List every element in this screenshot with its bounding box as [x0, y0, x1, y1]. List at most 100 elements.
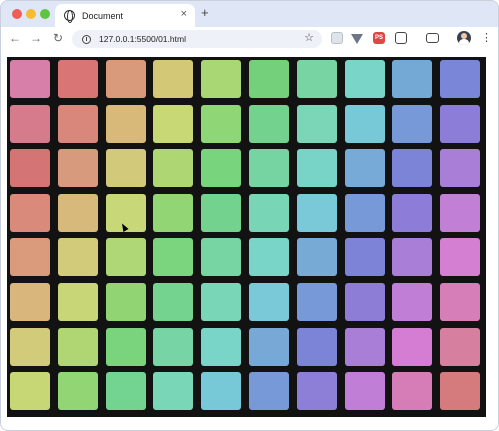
color-tile — [57, 238, 98, 277]
color-tile — [344, 193, 385, 232]
color-tile — [440, 283, 481, 321]
tab-document[interactable]: Document × — [55, 4, 195, 27]
color-tile — [249, 60, 289, 98]
color-tile — [440, 60, 481, 98]
color-tile — [249, 193, 289, 232]
color-tile — [105, 104, 146, 143]
tile-stage — [7, 57, 486, 417]
profile-avatar[interactable] — [457, 31, 471, 45]
new-tab-button[interactable]: + — [201, 6, 209, 20]
color-tile — [249, 327, 289, 366]
color-tile — [249, 372, 289, 411]
color-tile — [57, 60, 98, 98]
color-tile — [10, 372, 50, 411]
color-tile — [105, 283, 146, 321]
browser-window: Document × + ← → ↻ 127.0.0.1:5500/01.htm… — [0, 0, 499, 431]
color-tile — [153, 149, 194, 188]
site-info-icon[interactable] — [82, 34, 91, 44]
color-tile — [201, 238, 242, 277]
color-tile — [105, 372, 146, 411]
color-tile — [153, 104, 194, 143]
color-tile — [201, 193, 242, 232]
color-tile — [10, 104, 50, 143]
minimize-window-button[interactable] — [26, 9, 36, 19]
color-tile — [344, 238, 385, 277]
color-tile — [440, 372, 481, 411]
toolbar: ← → ↻ 127.0.0.1:5500/01.html ☆ PS ⋮ — [1, 27, 498, 51]
back-button[interactable]: ← — [9, 31, 21, 45]
color-tile — [201, 327, 242, 366]
color-tile — [392, 372, 433, 411]
tile-grid — [7, 57, 486, 417]
color-tile — [57, 327, 98, 366]
color-tile — [392, 149, 433, 188]
color-tile — [296, 149, 337, 188]
color-tile — [440, 238, 481, 277]
url-text[interactable]: 127.0.0.1:5500/01.html — [99, 34, 186, 44]
color-tile — [296, 193, 337, 232]
color-tile — [249, 283, 289, 321]
color-tile — [201, 149, 242, 188]
extensions-puzzle-icon[interactable] — [395, 32, 407, 44]
color-tile — [249, 149, 289, 188]
color-tile — [392, 283, 433, 321]
tab-close-icon[interactable]: × — [181, 9, 187, 20]
page-viewport — [1, 51, 498, 430]
color-tile — [153, 283, 194, 321]
color-tile — [201, 283, 242, 321]
color-tile — [392, 327, 433, 366]
color-tile — [57, 104, 98, 143]
color-tile — [296, 238, 337, 277]
color-tile — [10, 327, 50, 366]
browser-menu-icon[interactable]: ⋮ — [481, 31, 492, 45]
color-tile — [105, 238, 146, 277]
close-window-button[interactable] — [12, 9, 22, 19]
reload-button[interactable]: ↻ — [53, 31, 63, 45]
color-tile — [201, 60, 242, 98]
color-tile — [296, 60, 337, 98]
color-tile — [392, 60, 433, 98]
color-tile — [344, 104, 385, 143]
color-tile — [105, 60, 146, 98]
color-tile — [249, 104, 289, 143]
color-tile — [153, 193, 194, 232]
side-panel-icon[interactable] — [426, 33, 439, 43]
color-tile — [10, 149, 50, 188]
color-tile — [440, 193, 481, 232]
globe-icon — [64, 10, 75, 23]
color-tile — [201, 372, 242, 411]
color-tile — [57, 372, 98, 411]
color-tile — [440, 149, 481, 188]
address-bar[interactable]: 127.0.0.1:5500/01.html ☆ — [72, 30, 322, 48]
color-tile — [392, 104, 433, 143]
color-tile — [344, 149, 385, 188]
color-tile — [201, 104, 242, 143]
color-tile — [344, 327, 385, 366]
color-tile — [249, 238, 289, 277]
color-tile — [296, 327, 337, 366]
extension-ps-icon[interactable]: PS — [373, 32, 385, 44]
color-tile — [153, 327, 194, 366]
color-tile — [440, 327, 481, 366]
color-tile — [105, 149, 146, 188]
forward-button[interactable]: → — [30, 31, 42, 45]
color-tile — [344, 60, 385, 98]
color-tile — [296, 104, 337, 143]
color-tile — [105, 327, 146, 366]
extension-triangle-icon[interactable] — [351, 34, 363, 44]
color-tile — [392, 193, 433, 232]
extension-puzzle-light-icon[interactable] — [331, 32, 343, 44]
color-tile — [440, 104, 481, 143]
color-tile — [57, 149, 98, 188]
color-tile — [296, 283, 337, 321]
color-tile — [10, 60, 50, 98]
maximize-window-button[interactable] — [40, 9, 50, 19]
color-tile — [153, 60, 194, 98]
color-tile — [10, 193, 50, 232]
color-tile — [153, 238, 194, 277]
color-tile — [392, 238, 433, 277]
color-tile — [344, 283, 385, 321]
tab-title: Document — [82, 10, 124, 21]
bookmark-star-icon[interactable]: ☆ — [304, 31, 314, 44]
color-tile — [344, 372, 385, 411]
